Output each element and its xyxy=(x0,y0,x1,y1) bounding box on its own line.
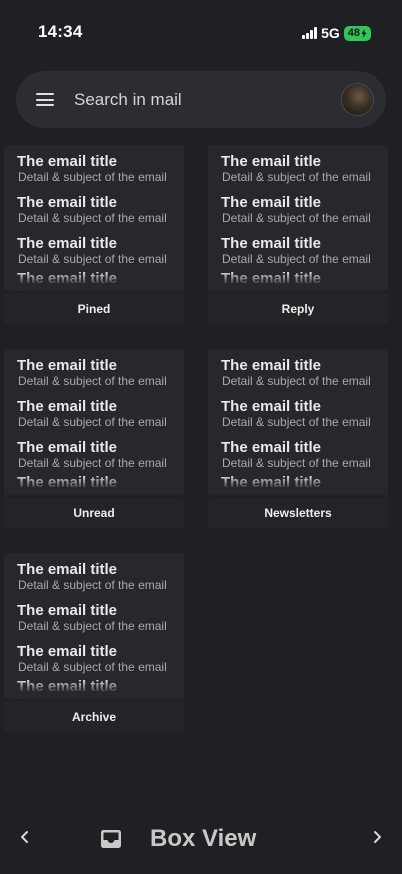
email-list: The email title Detail & subject of the e… xyxy=(4,553,184,701)
list-fade-overlay xyxy=(208,475,388,497)
battery-indicator: 48 xyxy=(343,25,371,41)
list-item[interactable]: The email titleDetail & subject of the e… xyxy=(221,439,371,470)
mailbox-footer[interactable]: Reply xyxy=(208,293,388,325)
mailbox-footer[interactable]: Pined xyxy=(4,293,184,325)
list-item[interactable]: The email titleDetail & subject of the e… xyxy=(17,643,167,674)
email-title: The email title xyxy=(221,194,322,211)
email-detail: Detail & subject of the email xyxy=(18,660,167,674)
list-item[interactable]: The email titleDetail & subject of the e… xyxy=(17,602,167,633)
mailbox-label: Reply xyxy=(281,302,315,316)
email-title: The email title xyxy=(221,153,322,170)
email-list: The email title Detail & subject of the e… xyxy=(4,349,184,497)
email-title: The email title xyxy=(17,398,118,415)
email-title: The email title xyxy=(221,235,322,252)
network-type: 5G xyxy=(321,25,340,41)
list-item[interactable]: The email titleDetail & subject of the e… xyxy=(17,439,167,470)
email-detail: Detail & subject of the email xyxy=(18,456,167,470)
list-item[interactable]: The email titleDetail & subject of the e… xyxy=(221,153,371,184)
list-fade-overlay xyxy=(4,679,184,701)
email-title: The email title xyxy=(17,194,118,211)
search-bar[interactable]: Search in mail xyxy=(16,71,386,128)
avatar[interactable] xyxy=(342,84,373,115)
mailbox-reply[interactable]: The email title Detail & subject of the e… xyxy=(208,145,388,325)
email-list: The email title Detail & subject of the e… xyxy=(208,349,388,497)
email-detail: Detail & subject of the email xyxy=(222,456,371,470)
status-time: 14:34 xyxy=(38,22,83,41)
email-detail: Detail & subject of the email xyxy=(18,211,167,225)
mailbox-footer[interactable]: Unread xyxy=(4,497,184,529)
menu-icon[interactable] xyxy=(36,93,54,106)
list-item[interactable]: The email titleDetail & subject of the e… xyxy=(17,235,167,266)
email-detail: Detail & subject of the email xyxy=(222,252,371,266)
email-list: The email title Detail & subject of the e… xyxy=(208,145,388,293)
battery-level: 48 xyxy=(347,26,360,39)
email-title: The email title xyxy=(221,439,322,456)
list-item[interactable]: The email titleDetail & subject of the e… xyxy=(17,357,167,388)
email-title: The email title xyxy=(17,439,118,456)
email-detail: Detail & subject of the email xyxy=(222,211,371,225)
email-detail: Detail & subject of the email xyxy=(222,374,371,388)
email-detail: Detail & subject of the email xyxy=(18,578,167,592)
mailbox-pined[interactable]: The email title Detail & subject of the e… xyxy=(4,145,184,325)
email-title: The email title xyxy=(17,561,118,578)
email-detail: Detail & subject of the email xyxy=(18,619,167,633)
list-fade-overlay xyxy=(208,271,388,293)
chevron-right-icon[interactable] xyxy=(370,830,384,844)
email-detail: Detail & subject of the email xyxy=(18,374,167,388)
mailbox-footer[interactable]: Newsletters xyxy=(208,497,388,529)
bottom-bar: Box View xyxy=(0,808,402,874)
email-title: The email title xyxy=(17,153,118,170)
list-fade-overlay xyxy=(4,475,184,497)
email-title: The email title xyxy=(17,602,118,619)
email-detail: Detail & subject of the email xyxy=(18,252,167,266)
email-detail: Detail & subject of the email xyxy=(222,170,371,184)
email-title: The email title xyxy=(17,357,118,374)
view-label: Box View xyxy=(150,825,257,852)
status-bar: 14:34 5G 48 xyxy=(0,0,402,64)
list-item[interactable]: The email titleDetail & subject of the e… xyxy=(17,153,167,184)
email-detail: Detail & subject of the email xyxy=(222,415,371,429)
list-item[interactable]: The email titleDetail & subject of the e… xyxy=(221,357,371,388)
mailbox-label: Newsletters xyxy=(264,506,332,520)
email-list: The email title Detail & subject of the e… xyxy=(4,145,184,293)
mailbox-footer[interactable]: Archive xyxy=(4,701,184,733)
mailbox-label: Unread xyxy=(73,506,115,520)
status-indicators: 5G 48 xyxy=(302,25,371,41)
signal-icon xyxy=(302,27,318,39)
list-item[interactable]: The email titleDetail & subject of the e… xyxy=(17,398,167,429)
email-title: The email title xyxy=(221,398,322,415)
email-title: The email title xyxy=(221,357,322,374)
list-item[interactable]: The email titleDetail & subject of the e… xyxy=(221,398,371,429)
mailbox-archive[interactable]: The email title Detail & subject of the e… xyxy=(4,553,184,733)
mailbox-newsletters[interactable]: The email title Detail & subject of the e… xyxy=(208,349,388,529)
mailbox-label: Pined xyxy=(77,302,111,316)
list-item[interactable]: The email titleDetail & subject of the e… xyxy=(221,235,371,266)
inbox-icon[interactable] xyxy=(100,829,122,849)
email-detail: Detail & subject of the email xyxy=(18,170,167,184)
email-title: The email title xyxy=(17,235,118,252)
list-fade-overlay xyxy=(4,271,184,293)
charging-icon xyxy=(361,28,367,38)
mailbox-unread[interactable]: The email title Detail & subject of the e… xyxy=(4,349,184,529)
email-title: The email title xyxy=(17,643,118,660)
list-item[interactable]: The email titleDetail & subject of the e… xyxy=(17,561,167,592)
search-input[interactable]: Search in mail xyxy=(74,90,182,110)
mailbox-label: Archive xyxy=(71,710,117,724)
chevron-left-icon[interactable] xyxy=(18,830,32,844)
list-item[interactable]: The email titleDetail & subject of the e… xyxy=(17,194,167,225)
list-item[interactable]: The email titleDetail & subject of the e… xyxy=(221,194,371,225)
email-detail: Detail & subject of the email xyxy=(18,415,167,429)
